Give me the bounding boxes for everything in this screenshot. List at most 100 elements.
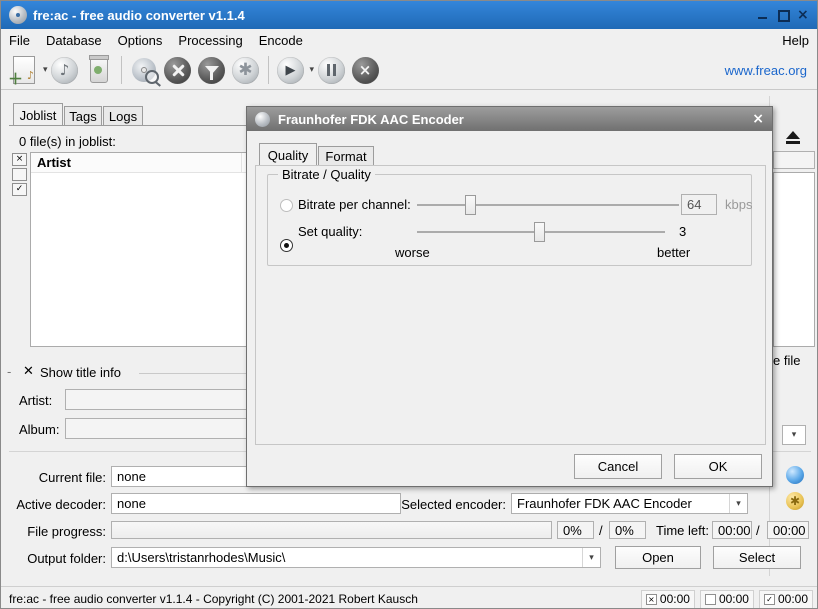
encoder-settings-icon[interactable]: ✱	[786, 492, 804, 510]
show-title-info-label[interactable]: Show title info	[40, 365, 121, 380]
progress-slash: /	[599, 523, 603, 538]
bitrate-radio[interactable]	[280, 199, 293, 212]
close-icon[interactable]: ×	[797, 9, 809, 21]
menu-processing[interactable]: Processing	[170, 31, 250, 50]
dialog-tab-quality[interactable]: Quality	[259, 143, 317, 166]
maximize-icon[interactable]	[777, 9, 789, 21]
active-decoder-label: Active decoder:	[11, 497, 106, 512]
chevron-down-icon: ▾	[729, 494, 747, 513]
bitrate-value-field[interactable]: 64	[681, 194, 717, 215]
tab-tags[interactable]: Tags	[64, 106, 102, 126]
bitrate-unit: kbps	[725, 197, 752, 212]
add-files-button[interactable]: ＋♪	[8, 54, 40, 86]
menu-database[interactable]: Database	[38, 31, 110, 50]
artist-label: Artist:	[19, 393, 52, 408]
selected-encoder-value: Fraunhofer FDK AAC Encoder	[512, 496, 729, 511]
freac-window: fre:ac - free audio converter v1.1.4 × F…	[0, 0, 818, 609]
joblist-entry-button[interactable]: ♪	[49, 54, 81, 86]
general-settings-button[interactable]: ✱	[230, 54, 262, 86]
file-progress-bar	[111, 521, 552, 539]
ok-button[interactable]: OK	[674, 454, 762, 479]
select-all-button[interactable]: ×	[12, 153, 27, 166]
bitrate-slider-track[interactable]	[417, 204, 679, 206]
start-conversion-button[interactable]: ▶	[275, 54, 307, 86]
column-artist[interactable]: Artist	[31, 153, 242, 172]
trash-icon	[90, 57, 108, 83]
collapse-dash: -	[7, 364, 11, 379]
empty-box-icon	[705, 594, 716, 605]
chevron-down-icon: ▾	[582, 548, 600, 567]
worse-label: worse	[395, 245, 430, 260]
group-title: Bitrate / Quality	[278, 167, 375, 182]
time-unchecked-tracks: 00:00	[700, 590, 754, 609]
toolbar-separator	[121, 56, 122, 84]
single-file-label-cut: e file	[773, 353, 800, 368]
right-pane-dropdown[interactable]: ▾	[782, 425, 806, 445]
cddb-query-button[interactable]	[128, 54, 160, 86]
chevron-down-icon: ▾	[783, 426, 805, 444]
start-dropdown-icon[interactable]: ▾	[310, 65, 315, 75]
clear-joblist-button[interactable]	[83, 54, 115, 86]
select-none-button[interactable]	[12, 168, 27, 181]
info-orb-icon[interactable]	[786, 466, 804, 484]
gear-icon: ✱	[232, 57, 259, 84]
funnel-icon	[198, 57, 225, 84]
quality-radio[interactable]	[280, 239, 293, 252]
menu-help[interactable]: Help	[772, 31, 818, 50]
file-progress-label: File progress:	[21, 524, 106, 539]
minimize-icon[interactable]	[757, 9, 769, 21]
quality-slider-thumb[interactable]	[534, 222, 545, 242]
quality-value: 3	[679, 224, 686, 239]
status-text: fre:ac - free audio converter v1.1.4 - C…	[9, 592, 418, 606]
wrench-icon	[164, 57, 191, 84]
active-decoder-field: none	[111, 493, 401, 514]
current-file-value: none	[117, 469, 146, 484]
bitrate-slider-thumb[interactable]	[465, 195, 476, 215]
dialog-close-icon[interactable]: ×	[752, 111, 764, 127]
time-left-track: 00:00	[712, 521, 752, 539]
filter-button[interactable]	[196, 54, 228, 86]
configure-settings-button[interactable]	[162, 54, 194, 86]
dialog-title-bar[interactable]: Fraunhofer FDK AAC Encoder ×	[247, 107, 772, 131]
eject-button[interactable]	[781, 130, 805, 148]
active-decoder-value: none	[117, 496, 146, 511]
stop-conversion-button[interactable]: ×	[349, 54, 381, 86]
time-left-label: Time left:	[656, 523, 709, 538]
menu-options[interactable]: Options	[110, 31, 171, 50]
menu-encode[interactable]: Encode	[251, 31, 311, 50]
collapse-section-icon[interactable]: ✕	[23, 364, 34, 379]
output-folder-value: d:\Users\tristanrhodes\Music\	[112, 550, 582, 565]
tab-joblist[interactable]: Joblist	[13, 103, 63, 126]
add-files-icon: ＋♪	[13, 56, 35, 84]
cancel-button[interactable]: Cancel	[574, 454, 662, 479]
output-folder-label: Output folder:	[16, 551, 106, 566]
open-button[interactable]: Open	[615, 546, 701, 569]
time-value: 00:00	[660, 592, 690, 606]
track-list-cut[interactable]	[773, 172, 815, 347]
toolbar-separator	[268, 56, 269, 84]
status-bar: fre:ac - free audio converter v1.1.4 - C…	[1, 586, 818, 609]
toggle-selection-button[interactable]: ✓	[12, 183, 27, 196]
add-files-dropdown-icon[interactable]: ▾	[43, 65, 48, 75]
dialog-app-icon	[255, 112, 270, 127]
select-button[interactable]: Select	[713, 546, 801, 569]
freac-website-link[interactable]: www.freac.org	[725, 63, 807, 78]
pause-conversion-button[interactable]	[315, 54, 347, 86]
cd-search-icon	[132, 58, 156, 82]
dialog-tab-format[interactable]: Format	[318, 146, 374, 166]
selected-encoder-combo[interactable]: Fraunhofer FDK AAC Encoder ▾	[511, 493, 748, 514]
drive-field-cut[interactable]	[773, 151, 815, 169]
total-progress-value: 0%	[609, 521, 646, 539]
time-all-tracks: × 00:00	[641, 590, 695, 609]
time-value: 00:00	[778, 592, 808, 606]
title-bar: fre:ac - free audio converter v1.1.4 ×	[1, 1, 818, 29]
tab-logs[interactable]: Logs	[103, 106, 143, 126]
time-selected-tracks: ✓ 00:00	[759, 590, 813, 609]
menu-file[interactable]: File	[1, 31, 38, 50]
menu-bar: File Database Options Processing Encode …	[1, 29, 818, 51]
dialog-title: Fraunhofer FDK AAC Encoder	[278, 112, 464, 127]
output-folder-combo[interactable]: d:\Users\tristanrhodes\Music\ ▾	[111, 547, 601, 568]
bitrate-label: Bitrate per channel:	[298, 197, 411, 212]
pause-icon	[318, 57, 345, 84]
play-icon: ▶	[277, 57, 304, 84]
